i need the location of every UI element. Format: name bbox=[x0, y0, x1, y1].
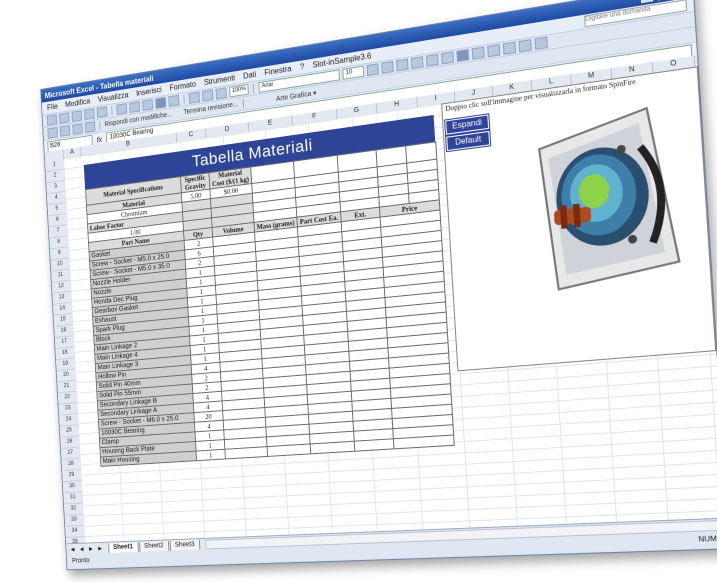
new-icon[interactable] bbox=[46, 114, 58, 126]
menu-file[interactable]: File bbox=[47, 102, 58, 112]
align-left-icon[interactable] bbox=[411, 56, 424, 70]
percent-icon[interactable] bbox=[487, 43, 501, 58]
tab-nav-arrows[interactable]: ◄ ◄ ► ► bbox=[66, 545, 107, 553]
comment-icon[interactable] bbox=[59, 125, 71, 137]
align-center-icon[interactable] bbox=[426, 53, 440, 67]
toolbar-separator bbox=[242, 99, 245, 109]
paste-icon[interactable] bbox=[142, 98, 154, 111]
save-icon[interactable] bbox=[71, 110, 83, 122]
cut-icon[interactable] bbox=[116, 103, 128, 116]
menu-dati[interactable]: Dati bbox=[243, 70, 257, 81]
row-header[interactable]: 33 bbox=[64, 514, 84, 527]
assembly-3d-image[interactable] bbox=[516, 98, 692, 298]
toolbar-separator bbox=[99, 121, 101, 130]
fx-icon[interactable]: fx bbox=[97, 135, 103, 144]
mail-icon[interactable] bbox=[72, 123, 83, 135]
fill-color-icon[interactable] bbox=[518, 38, 533, 53]
underline-icon[interactable] bbox=[396, 58, 409, 72]
font-color-icon[interactable] bbox=[534, 36, 549, 50]
toolbar-separator bbox=[253, 83, 255, 93]
cell[interactable] bbox=[267, 443, 311, 457]
bold-icon[interactable] bbox=[366, 63, 380, 77]
review-icon[interactable] bbox=[47, 127, 58, 139]
italic-icon[interactable] bbox=[381, 60, 395, 74]
row-header[interactable]: 34 bbox=[65, 525, 85, 538]
track-icon[interactable] bbox=[84, 121, 96, 134]
cell[interactable] bbox=[310, 441, 355, 454]
photo-scene: Microsoft Excel - Tabella materiali _ □ … bbox=[0, 0, 717, 582]
row-header[interactable]: 32 bbox=[63, 503, 83, 516]
open-icon[interactable] bbox=[59, 112, 70, 124]
autosum-icon[interactable] bbox=[188, 91, 200, 104]
merge-icon[interactable] bbox=[456, 48, 470, 63]
image-panel: Doppio clic sull'immagine per visualizza… bbox=[441, 66, 717, 372]
toolbar-separator bbox=[111, 106, 113, 115]
materials-grid: Material Specifications Specific Gravity… bbox=[85, 141, 455, 467]
part-rows: Gasket 2 Screw - Socket - M5.0 x 25.0 6 Scre… bbox=[89, 210, 455, 467]
excel-window: Microsoft Excel - Tabella materiali _ □ … bbox=[40, 0, 717, 571]
row-header[interactable]: 31 bbox=[63, 492, 83, 505]
cell[interactable] bbox=[354, 438, 394, 452]
borders-icon[interactable] bbox=[503, 41, 517, 55]
sort-asc-icon[interactable] bbox=[202, 89, 214, 102]
chart-icon[interactable] bbox=[215, 87, 227, 100]
default-button[interactable]: Default bbox=[445, 129, 492, 153]
toolbar-separator bbox=[183, 94, 185, 104]
print-icon[interactable] bbox=[84, 108, 95, 121]
currency-icon[interactable] bbox=[472, 46, 486, 60]
undo-icon[interactable] bbox=[155, 96, 167, 109]
materials-table: Tabella Materiali Material Specification… bbox=[83, 114, 455, 467]
cell[interactable] bbox=[224, 446, 268, 459]
copy-icon[interactable] bbox=[129, 101, 141, 114]
menu-help[interactable]: ? bbox=[300, 62, 305, 72]
num-lock-indicator: NUM bbox=[698, 535, 717, 544]
redo-icon[interactable] bbox=[168, 94, 180, 107]
preview-icon[interactable] bbox=[96, 106, 108, 119]
qty-cell[interactable]: 1 bbox=[196, 449, 226, 461]
align-right-icon[interactable] bbox=[441, 51, 455, 65]
